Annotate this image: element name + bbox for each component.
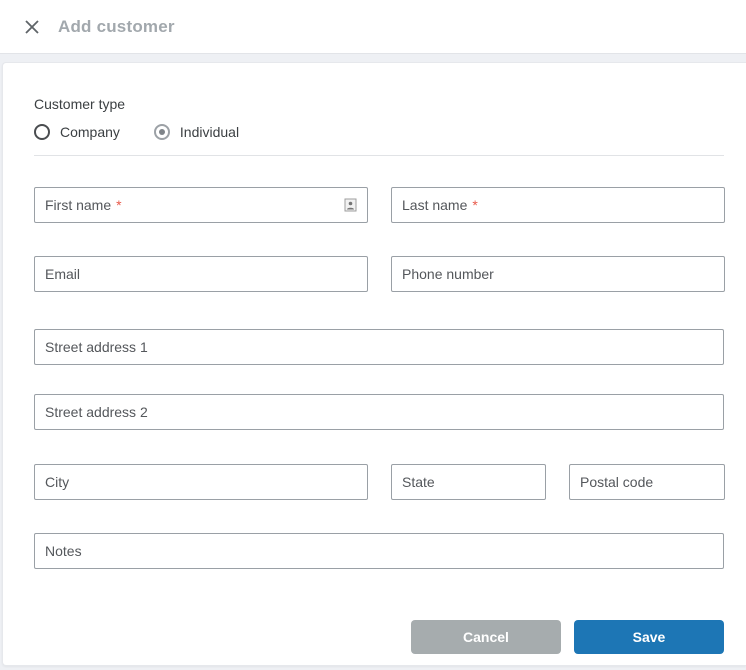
notes-input[interactable]: Notes xyxy=(34,533,724,569)
required-marker: * xyxy=(472,197,478,213)
dialog-header: Add customer xyxy=(0,0,746,54)
first-name-placeholder: First name xyxy=(45,197,112,213)
state-placeholder: State xyxy=(402,474,435,490)
radio-individual-circle[interactable] xyxy=(153,124,170,140)
form-row-street1: Street address 1 xyxy=(34,329,724,365)
close-button[interactable] xyxy=(18,13,46,41)
form-row-name: First name * Last name * xyxy=(34,187,725,223)
street-address-2-input[interactable]: Street address 2 xyxy=(34,394,724,430)
customer-type-label: Customer type xyxy=(34,96,126,112)
last-name-input[interactable]: Last name * xyxy=(391,187,725,223)
close-icon xyxy=(24,19,40,35)
email-input[interactable]: Email xyxy=(34,256,368,292)
customer-type-radio-group: Company Individual xyxy=(34,124,724,140)
save-button[interactable]: Save xyxy=(574,620,724,654)
street-address-1-placeholder: Street address 1 xyxy=(45,339,148,355)
first-name-input[interactable]: First name * xyxy=(34,187,368,223)
state-input[interactable]: State xyxy=(391,464,546,500)
postal-code-placeholder: Postal code xyxy=(580,474,654,490)
postal-code-input[interactable]: Postal code xyxy=(569,464,725,500)
radio-individual-label: Individual xyxy=(179,124,240,140)
form-row-city-state-postal: City State Postal code xyxy=(34,464,725,500)
phone-number-placeholder: Phone number xyxy=(402,266,494,282)
notes-placeholder: Notes xyxy=(45,543,82,559)
add-customer-form-card: Customer type Company Individual First n… xyxy=(2,62,746,666)
email-placeholder: Email xyxy=(45,266,81,282)
cancel-button[interactable]: Cancel xyxy=(411,620,561,654)
form-row-notes: Notes xyxy=(34,533,724,569)
required-marker: * xyxy=(116,197,122,213)
street-address-2-placeholder: Street address 2 xyxy=(45,404,148,420)
radio-company-label: Company xyxy=(60,124,120,140)
city-input[interactable]: City xyxy=(34,464,368,500)
street-address-1-input[interactable]: Street address 1 xyxy=(34,329,724,365)
radio-option-individual[interactable]: Individual xyxy=(153,124,240,140)
contact-card-autofill-icon xyxy=(344,197,357,213)
page-title: Add customer xyxy=(58,16,175,36)
radio-company-circle[interactable] xyxy=(34,124,50,140)
city-placeholder: City xyxy=(45,474,70,490)
last-name-placeholder: Last name xyxy=(402,197,468,213)
radio-option-company[interactable]: Company xyxy=(34,124,120,140)
form-row-street2: Street address 2 xyxy=(34,394,724,430)
section-divider xyxy=(34,155,724,156)
form-row-contact: Email Phone number xyxy=(34,256,725,292)
form-actions: Cancel Save xyxy=(34,620,724,654)
phone-number-input[interactable]: Phone number xyxy=(391,256,725,292)
